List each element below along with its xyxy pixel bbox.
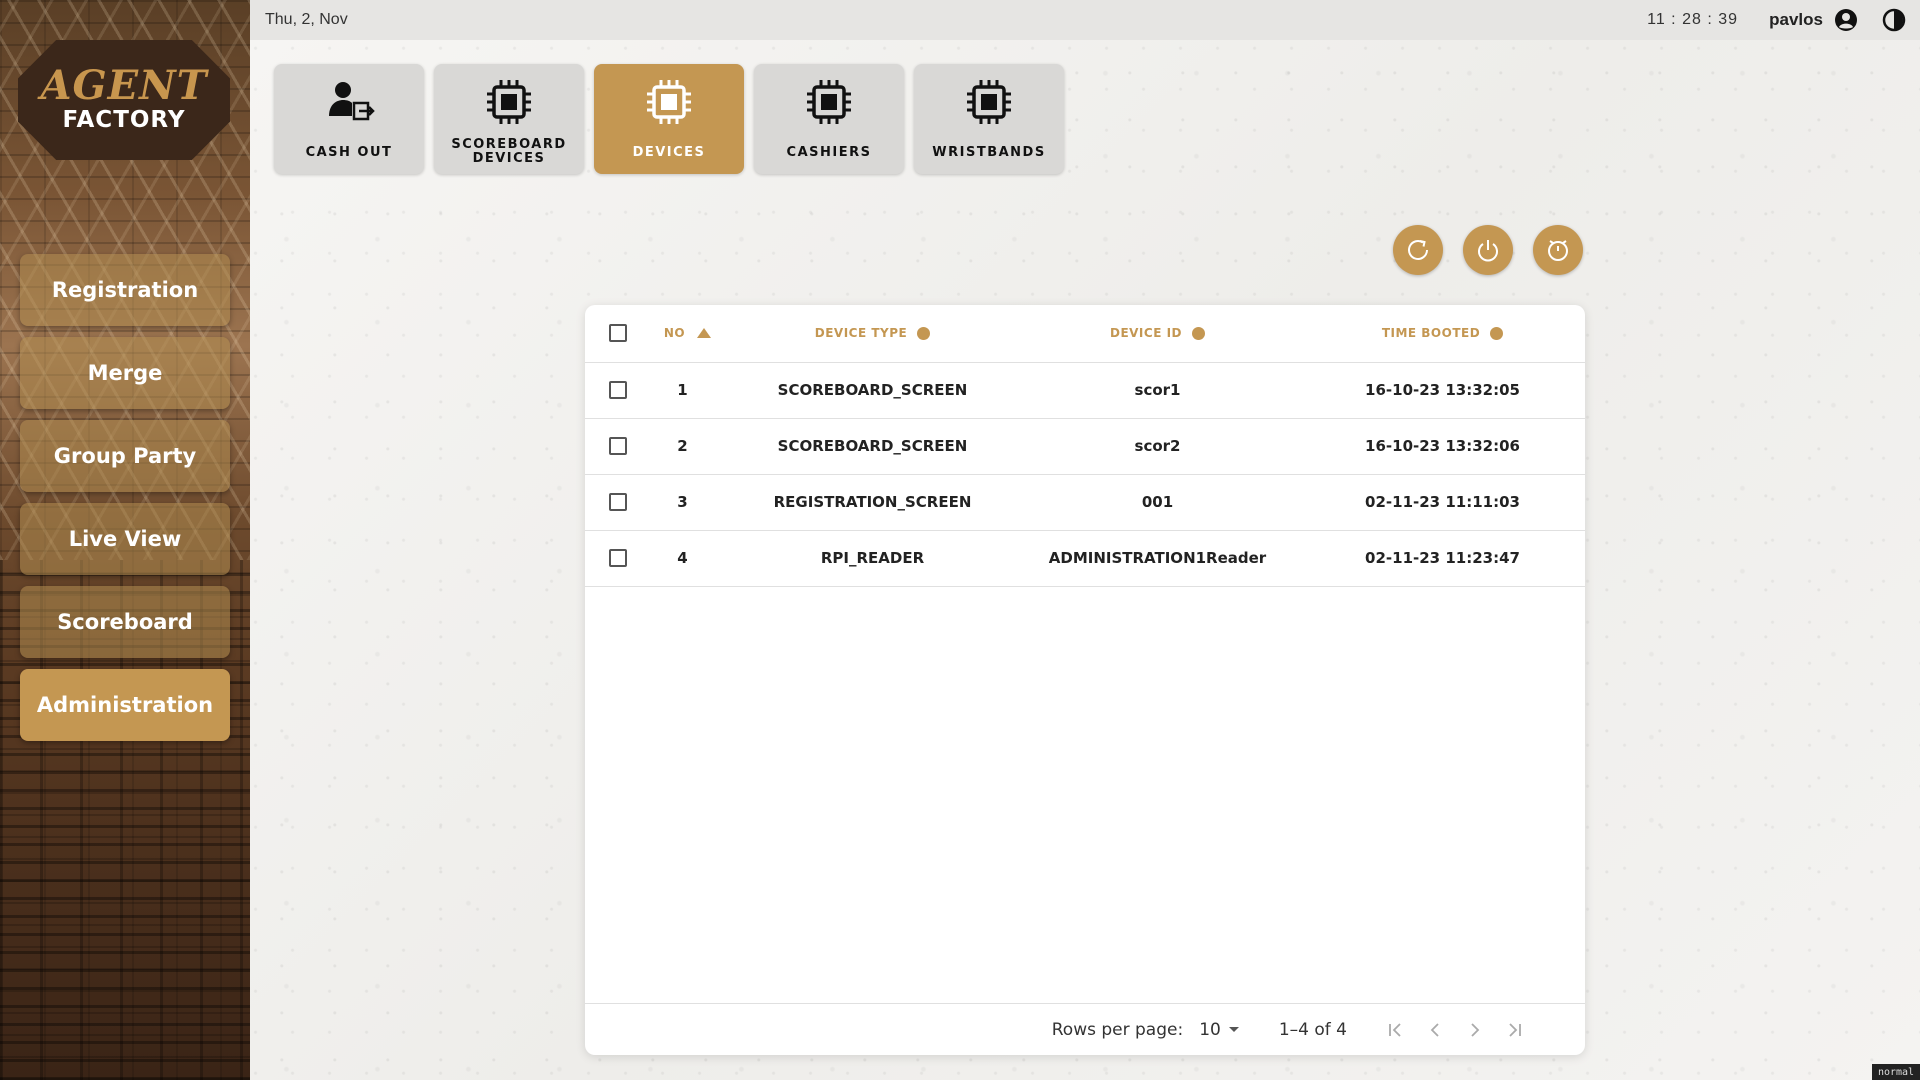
admin-tabs: CASH OUT SCOREBOARD DEVICES DEVICES CASH… xyxy=(274,64,1064,174)
row-checkbox[interactable] xyxy=(608,381,627,400)
logo-line-factory: FACTORY xyxy=(62,107,186,133)
chip-icon xyxy=(487,80,531,124)
last-page-button[interactable] xyxy=(1495,1015,1535,1045)
tab-label: WRISTBANDS xyxy=(932,145,1046,160)
cell-device-id: scor1 xyxy=(1134,381,1181,399)
tab-label: CASH OUT xyxy=(305,145,393,160)
tab-cashiers[interactable]: CASHIERS xyxy=(754,64,904,174)
device-actions xyxy=(1393,225,1583,275)
chip-icon xyxy=(807,80,851,124)
current-time: 11 : 28 : 39 xyxy=(1647,11,1738,28)
tab-cash-out[interactable]: CASH OUT xyxy=(274,64,424,174)
table-row[interactable]: 2 SCOREBOARD_SCREEN scor2 16-10-23 13:32… xyxy=(585,418,1585,474)
cell-device-type: SCOREBOARD_SCREEN xyxy=(777,437,968,455)
cell-no: 4 xyxy=(677,549,688,567)
mode-badge: normal xyxy=(1872,1064,1920,1080)
contrast-toggle-icon[interactable] xyxy=(1882,8,1906,32)
row-checkbox[interactable] xyxy=(608,493,627,512)
sidebar-nav: Registration Merge Group Party Live View… xyxy=(20,254,230,752)
cell-device-type: RPI_READER xyxy=(820,549,925,567)
column-header-device-type[interactable]: DEVICE TYPE xyxy=(814,326,931,341)
chip-icon xyxy=(647,80,691,124)
rows-per-page-value: 10 xyxy=(1199,1019,1221,1040)
cell-time-booted: 02-11-23 11:11:03 xyxy=(1365,493,1520,511)
devices-table: NO DEVICE TYPE DEVICE ID TIME BOOTED 1 S… xyxy=(585,305,1585,587)
account-circle-icon[interactable] xyxy=(1834,8,1858,32)
tab-label: DEVICES xyxy=(632,145,706,160)
cell-device-id: scor2 xyxy=(1134,437,1181,455)
cell-time-booted: 16-10-23 13:32:05 xyxy=(1365,381,1520,399)
current-date: Thu, 2, Nov xyxy=(265,11,348,28)
chevron-left-icon xyxy=(1430,1022,1439,1037)
rows-per-page-select[interactable]: 10 xyxy=(1199,1020,1239,1040)
devices-table-card: NO DEVICE TYPE DEVICE ID TIME BOOTED 1 S… xyxy=(585,305,1585,1055)
tab-scoreboard-devices[interactable]: SCOREBOARD DEVICES xyxy=(434,64,584,174)
cell-time-booted: 02-11-23 11:23:47 xyxy=(1365,549,1520,567)
table-pagination: Rows per page: 10 1–4 of 4 xyxy=(585,1003,1585,1055)
column-header-no[interactable]: NO xyxy=(654,326,712,341)
sidebar-item-group-party[interactable]: Group Party xyxy=(20,420,230,492)
cell-no: 2 xyxy=(677,437,688,455)
cell-time-booted: 16-10-23 13:32:06 xyxy=(1365,437,1520,455)
column-header-device-id[interactable]: DEVICE ID xyxy=(1109,326,1206,341)
sidebar-item-registration[interactable]: Registration xyxy=(20,254,230,326)
column-header-label: TIME BOOTED xyxy=(1381,326,1481,341)
cell-no: 3 xyxy=(677,493,688,511)
top-bar: Thu, 2, Nov 11 : 28 : 39 pavlos xyxy=(250,0,1920,40)
sort-indicator-icon xyxy=(1490,326,1504,340)
tab-label: CASHIERS xyxy=(786,145,872,160)
last-page-icon xyxy=(1509,1022,1521,1037)
next-page-button[interactable] xyxy=(1455,1015,1495,1045)
tab-devices[interactable]: DEVICES xyxy=(594,64,744,174)
username: pavlos xyxy=(1769,10,1823,29)
cell-device-id: ADMINISTRATION1Reader xyxy=(1048,549,1267,567)
sort-indicator-icon xyxy=(917,326,931,340)
power-icon xyxy=(1478,240,1498,262)
rows-per-page-label: Rows per page: xyxy=(1051,1019,1184,1040)
logo-line-agent: AGENT xyxy=(40,62,208,109)
table-header-row: NO DEVICE TYPE DEVICE ID TIME BOOTED xyxy=(585,305,1585,362)
sidebar-item-live-view[interactable]: Live View xyxy=(20,503,230,575)
cell-device-type: SCOREBOARD_SCREEN xyxy=(777,381,968,399)
cell-device-type: REGISTRATION_SCREEN xyxy=(773,493,972,511)
chevron-right-icon xyxy=(1471,1022,1480,1037)
chip-icon xyxy=(967,80,1011,124)
table-row[interactable]: 3 REGISTRATION_SCREEN 001 02-11-23 11:11… xyxy=(585,474,1585,530)
refresh-button[interactable] xyxy=(1393,225,1443,275)
sort-indicator-icon xyxy=(1192,326,1206,340)
pagination-range: 1–4 of 4 xyxy=(1278,1019,1347,1040)
column-header-label: DEVICE TYPE xyxy=(814,326,908,341)
previous-page-button[interactable] xyxy=(1415,1015,1455,1045)
agent-factory-logo[interactable]: AGENT FACTORY xyxy=(18,40,230,160)
column-header-time-booted[interactable]: TIME BOOTED xyxy=(1381,326,1504,341)
refresh-icon xyxy=(1408,240,1428,260)
sort-ascending-icon xyxy=(697,328,712,339)
cell-no: 1 xyxy=(677,381,688,399)
table-row[interactable]: 1 SCOREBOARD_SCREEN scor1 16-10-23 13:32… xyxy=(585,362,1585,418)
sidebar-item-administration[interactable]: Administration xyxy=(20,669,230,741)
sidebar-item-merge[interactable]: Merge xyxy=(20,337,230,409)
row-checkbox[interactable] xyxy=(608,549,627,568)
first-page-button[interactable] xyxy=(1375,1015,1415,1045)
column-header-label: NO xyxy=(663,326,686,341)
timer-button[interactable] xyxy=(1533,225,1583,275)
stopwatch-icon xyxy=(1548,240,1568,261)
sidebar-item-scoreboard[interactable]: Scoreboard xyxy=(20,586,230,658)
user-exit-icon xyxy=(329,82,375,121)
power-button[interactable] xyxy=(1463,225,1513,275)
select-all-checkbox[interactable] xyxy=(608,324,627,343)
row-checkbox[interactable] xyxy=(608,437,627,456)
cell-device-id: 001 xyxy=(1141,493,1174,511)
first-page-icon xyxy=(1389,1022,1401,1037)
tab-label: SCOREBOARD DEVICES xyxy=(451,137,567,166)
tab-wristbands[interactable]: WRISTBANDS xyxy=(914,64,1064,174)
table-row[interactable]: 4 RPI_READER ADMINISTRATION1Reader 02-11… xyxy=(585,530,1585,586)
chevron-down-icon xyxy=(1228,1027,1239,1032)
column-header-label: DEVICE ID xyxy=(1109,326,1183,341)
sidebar: AGENT FACTORY Registration Merge Group P… xyxy=(0,0,250,1080)
